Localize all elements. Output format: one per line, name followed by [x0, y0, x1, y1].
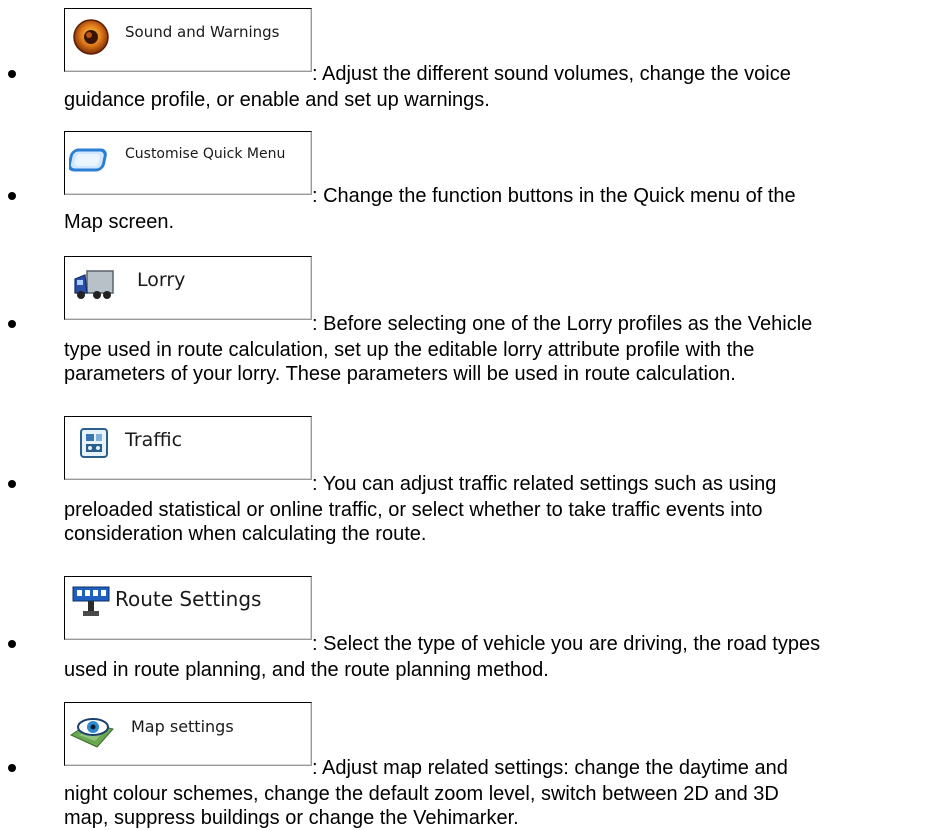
bullet	[8, 320, 16, 328]
lorry-button[interactable]: Lorry	[64, 256, 312, 320]
item-text-line: : Change the function buttons in the Qui…	[312, 185, 796, 207]
bullet	[8, 70, 16, 78]
bullet	[8, 764, 16, 772]
customise-quick-menu-label: Customise Quick Menu	[125, 146, 286, 162]
sound-and-warnings-button[interactable]: Sound and Warnings	[64, 8, 312, 72]
item-text-line: : Before selecting one of the Lorry prof…	[312, 313, 813, 335]
traffic-button[interactable]: Traffic	[64, 416, 312, 480]
item-text-line: : Adjust map related settings: change th…	[312, 757, 788, 779]
item-text-line: guidance profile, or enable and set up w…	[64, 89, 490, 111]
item-text-line: type used in route calculation, set up t…	[64, 339, 755, 361]
route-sign-icon	[72, 586, 110, 616]
item-text-line: preloaded statistical or online traffic,…	[64, 499, 763, 521]
item-text-line: : Select the type of vehicle you are dri…	[312, 633, 821, 655]
speaker-icon	[73, 19, 109, 55]
quick-menu-icon	[69, 148, 107, 172]
route-settings-button[interactable]: Route Settings	[64, 576, 312, 640]
item-text-line: used in route planning, and the route pl…	[64, 659, 549, 681]
lorry-label: Lorry	[137, 269, 186, 291]
bullet	[8, 480, 16, 488]
map-settings-label: Map settings	[131, 717, 234, 736]
traffic-icon	[80, 428, 108, 458]
item-text-line: : You can adjust traffic related setting…	[312, 473, 777, 495]
route-settings-label: Route Settings	[115, 587, 262, 611]
traffic-label: Traffic	[125, 429, 183, 451]
bullet	[8, 192, 16, 200]
sound-and-warnings-label: Sound and Warnings	[125, 23, 280, 41]
item-text-line: : Adjust the different sound volumes, ch…	[312, 63, 791, 85]
item-text-line: parameters of your lorry. These paramete…	[64, 363, 736, 385]
item-text-line: Map screen.	[64, 211, 175, 233]
lorry-icon	[74, 270, 114, 299]
bullet	[8, 640, 16, 648]
item-text-line: night colour schemes, change the default…	[64, 783, 779, 805]
customise-quick-menu-button[interactable]: Customise Quick Menu	[64, 131, 312, 195]
item-text-line: consideration when calculating the route…	[64, 523, 427, 545]
item-text-line: map, suppress buildings or change the Ve…	[64, 807, 519, 829]
eye-map-icon	[69, 718, 114, 748]
map-settings-button[interactable]: Map settings	[64, 702, 312, 766]
